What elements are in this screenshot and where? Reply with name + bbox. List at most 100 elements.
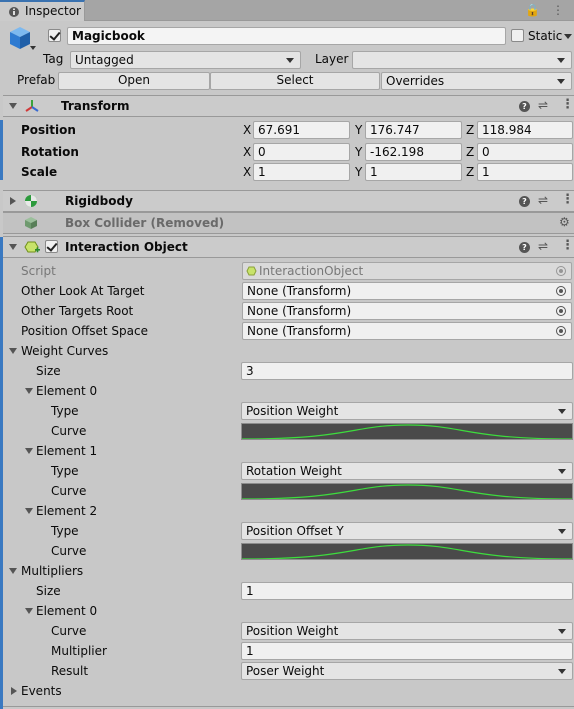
element-1-type-value: Rotation Weight [246,464,342,478]
scale-z-label[interactable]: Z [466,165,474,179]
scale-y-input[interactable]: 1 [365,163,462,181]
position-x-label[interactable]: X [243,123,251,137]
script-label: Script [21,264,56,278]
gameobject-cube-icon[interactable] [8,25,32,51]
static-checkbox[interactable] [511,29,524,42]
scale-y-label[interactable]: Y [355,165,362,179]
element-2-type-dropdown[interactable]: Position Offset Y [241,522,573,540]
tag-dropdown[interactable]: Untagged [70,51,301,69]
position-label: Position [21,123,76,137]
curve-graph [242,484,572,499]
position-z-label[interactable]: Z [466,123,474,137]
rotation-z-label[interactable]: Z [466,145,474,159]
foldout-expanded-icon[interactable] [9,103,17,109]
box-collider-header[interactable]: Box Collider (Removed) ⚙ [3,212,574,234]
element-2-label[interactable]: Element 2 [36,504,97,518]
chevron-down-icon [558,529,566,534]
foldout-collapsed-icon[interactable] [10,197,16,205]
context-menu-icon[interactable]: ⋮ [561,192,574,207]
help-icon[interactable]: ? [519,196,530,207]
active-checkbox[interactable] [48,29,61,42]
element-2-foldout-icon[interactable] [25,508,33,514]
rotation-y-label[interactable]: Y [355,145,362,159]
multiplier-input[interactable]: 1 [241,642,573,660]
multiplier-element-0-foldout-icon[interactable] [25,608,33,614]
scale-z-input[interactable]: 1 [477,163,573,181]
context-menu-icon[interactable]: ⋮ [561,238,574,253]
multiplier-element-0-label[interactable]: Element 0 [36,604,97,618]
object-picker-icon[interactable] [556,306,566,316]
interaction-accent-bar [0,237,3,709]
transform-header[interactable]: Transform ? ⇌ ⋮ [3,95,574,117]
other-look-at-target-field[interactable]: None (Transform) [242,282,572,300]
result-label: Result [51,664,89,678]
rotation-x-input[interactable]: 0 [253,143,350,161]
scale-x-label[interactable]: X [243,165,251,179]
interaction-enabled-checkbox[interactable] [45,240,58,253]
chevron-down-icon [558,629,566,634]
weight-curves-label[interactable]: Weight Curves [21,344,108,358]
tab-actions-icon[interactable]: 🔒 ⋮ [525,3,568,17]
tab-inspector[interactable]: Inspector [0,0,85,21]
prefab-overrides-dropdown[interactable]: Overrides [381,72,572,90]
other-targets-root-field[interactable]: None (Transform) [242,302,572,320]
events-foldout-icon[interactable] [11,687,17,695]
icon-dropdown-arrow-icon[interactable] [30,46,36,50]
result-dropdown[interactable]: Poser Weight [241,662,573,680]
rotation-y-input[interactable]: -162.198 [365,143,462,161]
multiplier-label: Multiplier [51,644,107,658]
preset-icon[interactable]: ⇌ [538,239,548,253]
foldout-expanded-icon[interactable] [9,244,17,250]
element-1-foldout-icon[interactable] [25,448,33,454]
element-1-curve-label: Curve [51,484,87,498]
multipliers-label[interactable]: Multipliers [21,564,83,578]
object-picker-icon[interactable] [556,286,566,296]
events-label[interactable]: Events [21,684,62,698]
chevron-down-icon [558,469,566,474]
rigidbody-icon [25,195,37,207]
position-z-input[interactable]: 118.984 [477,121,573,139]
element-0-foldout-icon[interactable] [25,388,33,394]
scale-x-input[interactable]: 1 [253,163,350,181]
rigidbody-header[interactable]: Rigidbody ? ⇌ ⋮ [3,190,574,212]
element-1-type-dropdown[interactable]: Rotation Weight [241,462,573,480]
multipliers-size-label: Size [36,584,61,598]
object-name-input[interactable]: Magicbook [67,27,506,45]
object-picker-icon[interactable] [556,326,566,336]
rotation-z-input[interactable]: 0 [477,143,573,161]
other-targets-root-label: Other Targets Root [21,304,134,318]
weight-curves-foldout-icon[interactable] [9,348,17,354]
scale-label: Scale [21,165,58,179]
tab-title: Inspector [25,4,81,18]
rotation-x-label[interactable]: X [243,145,251,159]
static-dropdown-icon[interactable] [564,34,572,39]
gear-icon[interactable]: ⚙ [559,215,570,229]
weight-curves-size-input[interactable]: 3 [241,362,573,380]
element-0-type-dropdown[interactable]: Position Weight [241,402,573,420]
help-icon[interactable]: ? [519,101,530,112]
position-y-input[interactable]: 176.747 [365,121,462,139]
element-1-curve-field[interactable] [241,483,573,500]
position-x-input[interactable]: 67.691 [253,121,350,139]
element-1-label[interactable]: Element 1 [36,444,97,458]
layer-dropdown[interactable] [352,51,572,69]
box-collider-title: Box Collider (Removed) [65,216,225,230]
element-0-label[interactable]: Element 0 [36,384,97,398]
help-icon[interactable]: ? [519,242,530,253]
prefab-select-button[interactable]: Select [210,72,380,90]
overrides-label: Overrides [386,74,445,88]
multipliers-size-input[interactable]: 1 [241,582,573,600]
context-menu-icon[interactable]: ⋮ [561,97,574,112]
element-2-curve-field[interactable] [241,543,573,560]
prefab-open-button[interactable]: Open [58,72,210,90]
preset-icon[interactable]: ⇌ [538,98,548,112]
interaction-object-header[interactable]: Interaction Object ? ⇌ ⋮ [3,236,574,258]
position-y-label[interactable]: Y [355,123,362,137]
element-2-curve-label: Curve [51,544,87,558]
multipliers-foldout-icon[interactable] [9,568,17,574]
multiplier-curve-dropdown[interactable]: Position Weight [241,622,573,640]
element-0-curve-label: Curve [51,424,87,438]
element-0-curve-field[interactable] [241,423,573,440]
position-offset-space-field[interactable]: None (Transform) [242,322,572,340]
preset-icon[interactable]: ⇌ [538,193,548,207]
